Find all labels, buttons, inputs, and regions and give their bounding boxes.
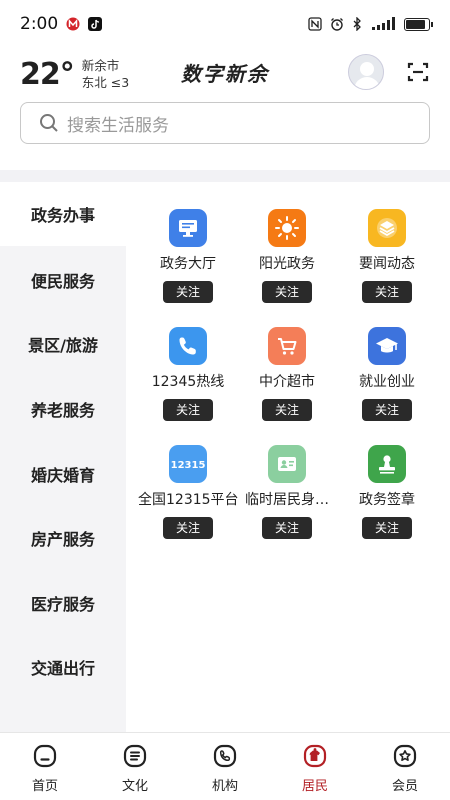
nav-label: 居民: [301, 779, 328, 794]
sidebar-item-elderly-care[interactable]: 养老服务: [0, 377, 126, 441]
service-12315[interactable]: 12315 全国12315平台 关注: [138, 445, 238, 555]
bottom-nav: 首页 文化 机构 居民 会员: [0, 732, 450, 800]
monitor-icon: [169, 209, 207, 247]
nav-label: 首页: [31, 779, 58, 794]
nav-culture[interactable]: 文化: [90, 733, 180, 800]
nav-home[interactable]: 首页: [0, 733, 90, 800]
layers-icon: [368, 209, 406, 247]
weather-info: 新余市 东北 ≤3: [82, 57, 129, 91]
follow-button[interactable]: 关注: [362, 399, 412, 421]
search-input[interactable]: 搜索生活服务: [20, 102, 430, 144]
sun-icon: [268, 209, 306, 247]
service-label: 政务签章: [359, 492, 415, 508]
sidebar-item-convenience[interactable]: 便民服务: [0, 248, 126, 312]
residents-icon: [303, 744, 327, 768]
section-divider: [0, 170, 450, 182]
phone-circle-icon: [213, 744, 237, 768]
stamp-icon: [368, 445, 406, 483]
badge-12315-icon: 12315: [169, 445, 207, 483]
follow-button[interactable]: 关注: [163, 281, 213, 303]
temperature: 22°: [20, 56, 75, 92]
search-icon: [40, 114, 58, 132]
avatar[interactable]: [348, 54, 384, 90]
nfc-icon: [308, 17, 322, 31]
metro-app-icon: [66, 17, 80, 31]
tiktok-icon: [88, 17, 103, 31]
nav-membership[interactable]: 会员: [360, 733, 450, 800]
service-label: 全国12315平台: [138, 492, 238, 508]
category-sidebar: 政务办事 便民服务 景区/旅游 养老服务 婚庆婚育 房产服务 医疗服务 交通出行: [0, 182, 126, 732]
follow-button[interactable]: 关注: [262, 399, 312, 421]
service-label: 阳光政务: [259, 256, 315, 272]
bluetooth-icon: [353, 17, 361, 31]
service-label: 临时居民身…: [245, 492, 329, 508]
home-icon: [33, 744, 57, 768]
signal-icon: [372, 17, 395, 30]
svg-text:12315: 12315: [171, 460, 205, 471]
follow-button[interactable]: 关注: [163, 517, 213, 539]
sidebar-item-transport[interactable]: 交通出行: [0, 635, 126, 699]
follow-button[interactable]: 关注: [262, 517, 312, 539]
service-label: 就业创业: [359, 374, 415, 390]
star-badge-icon: [393, 744, 417, 768]
service-news[interactable]: 要闻动态 关注: [337, 209, 437, 319]
service-gov-seal[interactable]: 政务签章 关注: [337, 445, 437, 555]
nav-label: 机构: [211, 779, 238, 794]
service-label: 中介超市: [259, 374, 315, 390]
service-sunshine-gov[interactable]: 阳光政务 关注: [237, 209, 337, 319]
nav-residents[interactable]: 居民: [270, 733, 360, 800]
follow-button[interactable]: 关注: [362, 281, 412, 303]
search-placeholder: 搜索生活服务: [67, 115, 169, 136]
status-bar: 2:00: [0, 0, 450, 48]
id-card-icon: [268, 445, 306, 483]
follow-button[interactable]: 关注: [262, 281, 312, 303]
nav-label: 会员: [391, 779, 418, 794]
sidebar-item-marriage[interactable]: 婚庆婚育: [0, 442, 126, 506]
alarm-icon: [331, 18, 343, 31]
follow-button[interactable]: 关注: [163, 399, 213, 421]
service-label: 12345热线: [151, 374, 225, 390]
document-lines-icon: [123, 744, 147, 768]
wind-info: 东北 ≤3: [81, 75, 130, 90]
status-time: 2:00: [20, 14, 59, 34]
scan-icon[interactable]: [406, 60, 430, 84]
sidebar-item-gov-affairs[interactable]: 政务办事: [0, 182, 126, 246]
service-agency-market[interactable]: 中介超市 关注: [237, 327, 337, 437]
nav-institutions[interactable]: 机构: [180, 733, 270, 800]
cart-icon: [268, 327, 306, 365]
battery-icon: [404, 17, 433, 31]
sidebar-item-medical[interactable]: 医疗服务: [0, 571, 126, 635]
service-label: 要闻动态: [359, 256, 415, 272]
city-name: 新余市: [81, 58, 120, 73]
service-gov-hall[interactable]: 政务大厅 关注: [138, 209, 238, 319]
follow-button[interactable]: 关注: [362, 517, 412, 539]
sidebar-item-tourism[interactable]: 景区/旅游: [0, 312, 126, 376]
service-label: 政务大厅: [160, 256, 216, 272]
service-hotline[interactable]: 12345热线 关注: [138, 327, 238, 437]
header: 22° 新余市 东北 ≤3 数字新余: [0, 48, 450, 100]
nav-label: 文化: [121, 779, 148, 794]
service-employment[interactable]: 就业创业 关注: [337, 327, 437, 437]
phone-icon: [169, 327, 207, 365]
sidebar-item-housing[interactable]: 房产服务: [0, 506, 126, 570]
service-temp-id[interactable]: 临时居民身… 关注: [237, 445, 337, 555]
graduation-cap-icon: [368, 327, 406, 365]
